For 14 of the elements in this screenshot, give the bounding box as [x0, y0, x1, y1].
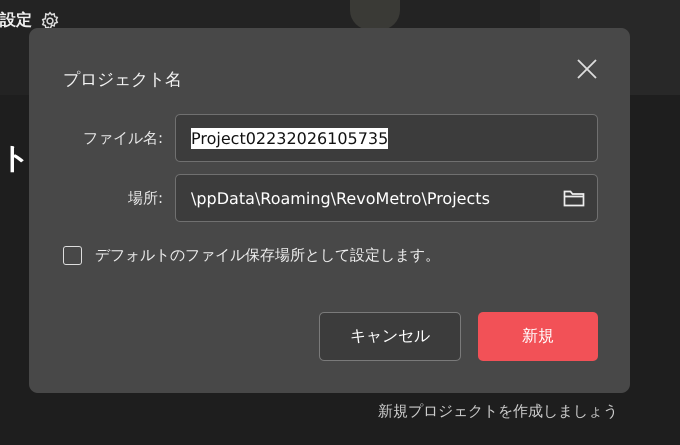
field-label: ファイル名:	[82, 128, 163, 148]
folder-icon[interactable]	[563, 189, 585, 207]
settings-icon[interactable]	[40, 10, 60, 30]
settings-label[interactable]: 設定	[0, 10, 32, 31]
close-icon[interactable]	[576, 58, 598, 80]
field-label: 場所:	[126, 188, 163, 208]
checkbox-label: デフォルトのファイル保存場所として設定します。	[95, 246, 440, 265]
hint-text: 新規プロジェクトを作成しましょう	[378, 402, 618, 421]
heading-text: ト	[0, 140, 31, 178]
checkbox[interactable]	[63, 246, 82, 265]
cancel-button[interactable]: キャンセル	[319, 312, 461, 361]
input-field[interactable]: \ppData\Roaming\RevoMetro\Projects	[175, 174, 598, 222]
dialog-title: プロジェクト名	[63, 68, 182, 90]
input-field[interactable]: Project02232026105735	[175, 114, 598, 162]
